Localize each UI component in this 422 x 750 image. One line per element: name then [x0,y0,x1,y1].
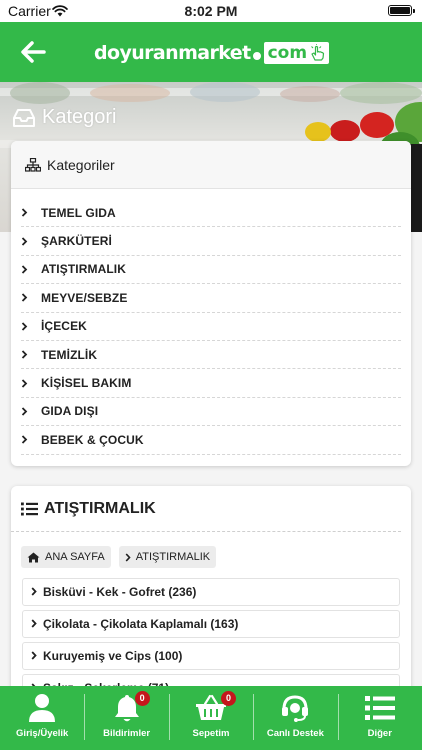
chevron-right-icon [21,378,31,388]
section-title: ATIŞTIRMALIK [44,499,156,517]
category-label: BEBEK & ÇOCUK [41,432,144,447]
brand-logo[interactable]: doyuranmarket com [94,40,330,66]
subcategory-label: Bisküvi - Kek - Gofret (236) [43,585,197,599]
category-item-atistirmalik[interactable]: ATIŞTIRMALIK [21,256,401,285]
status-bar: Carrier 8:02 PM [0,0,422,22]
breadcrumb-current-label: ATIŞTIRMALIK [135,551,211,563]
tab-label: Sepetim [192,728,230,739]
bell-icon: 0 [114,691,150,723]
subcategory-item[interactable]: Çikolata - Çikolata Kaplamalı (163) [22,610,400,638]
breadcrumb: ANA SAYFA ATIŞTIRMALIK [11,532,411,568]
logo-wordmark: doyuranmarket [94,42,251,64]
tab-more[interactable]: Diğer [337,686,422,750]
arrow-left-icon [21,41,46,63]
category-list: TEMEL GIDA ŞARKÜTERİ ATIŞTIRMALIK MEYVE/… [11,189,411,455]
category-item-kisisel-bakim[interactable]: KİŞİSEL BAKIM [21,369,401,398]
sitemap-icon [25,157,41,172]
list-icon [21,502,38,515]
logo-dot [252,52,261,60]
cart-badge: 0 [220,691,236,706]
list-icon [364,693,395,723]
subcategory-list: Bisküvi - Kek - Gofret (236) Çikolata - … [11,568,411,702]
subcategory-label: Kuruyemiş ve Cips (100) [43,649,183,663]
chevron-right-icon [31,583,37,601]
chevron-right-icon [21,236,31,246]
category-label: MEYVE/SEBZE [41,290,128,305]
category-label: ŞARKÜTERİ [41,234,112,249]
tab-cart[interactable]: 0 Sepetim [168,686,253,750]
subcategory-label: Çikolata - Çikolata Kaplamalı (163) [43,617,239,631]
tab-login[interactable]: Giriş/Üyelik [0,686,84,750]
section-header: ATIŞTIRMALIK [11,486,401,532]
battery-icon [388,5,415,16]
chevron-right-icon [21,350,31,359]
clock: 8:02 PM [184,3,238,19]
category-item-meyve-sebze[interactable]: MEYVE/SEBZE [21,284,401,313]
tab-notifications[interactable]: 0 Bildirimler [84,686,168,750]
category-label: ATIŞTIRMALIK [41,262,126,277]
bottom-tab-bar: Giriş/Üyelik 0 Bildirimler 0 Sepetim Can… [0,686,422,750]
back-button[interactable] [18,37,48,67]
headset-icon [280,693,310,723]
chevron-right-icon [21,322,31,331]
category-label: TEMEL GIDA [41,205,116,220]
categories-card: Kategoriler TEMEL GIDA ŞARKÜTERİ ATIŞTIR… [11,141,411,466]
chevron-right-icon [21,407,31,416]
hero-title: Kategori [12,106,117,129]
breadcrumb-home[interactable]: ANA SAYFA [21,546,111,568]
category-label: TEMİZLİK [41,347,98,362]
notification-badge: 0 [134,691,150,706]
chevron-right-icon [21,293,31,302]
chevron-right-icon [31,647,37,665]
category-label: KİŞİSEL BAKIM [41,376,132,391]
breadcrumb-home-label: ANA SAYFA [45,551,105,563]
category-label: GIDA DIŞI [41,404,99,419]
basket-icon: 0 [195,691,236,723]
subcategory-item[interactable]: Kuruyemiş ve Cips (100) [22,642,400,670]
categories-card-title: Kategoriler [47,156,115,173]
chevron-right-icon [125,552,131,562]
inbox-icon [13,108,35,127]
category-item-bebek-cocuk[interactable]: BEBEK & ÇOCUK [21,426,401,455]
category-item-icecek[interactable]: İÇECEK [21,313,401,341]
categories-card-header: Kategoriler [11,141,411,189]
chevron-right-icon [31,615,37,633]
tab-live-support[interactable]: Canlı Destek [253,686,337,750]
tab-label: Canlı Destek [266,728,324,739]
category-item-gida-disi[interactable]: GIDA DIŞI [21,398,401,427]
app-header: doyuranmarket com [0,22,422,82]
subcategory-card: ATIŞTIRMALIK ANA SAYFA ATIŞTIRMALIK Bisk… [11,486,411,706]
tab-label: Bildirimler [103,728,151,739]
category-item-temel-gida[interactable]: TEMEL GIDA [21,199,401,228]
chevron-right-icon [21,265,31,274]
hand-pointer-icon [311,44,325,61]
chevron-right-icon [21,435,31,444]
category-item-temizlik[interactable]: TEMİZLİK [21,341,401,370]
user-icon [28,693,56,723]
tab-label: Diğer [367,728,392,739]
tab-label: Giriş/Üyelik [16,728,69,739]
category-label: İÇECEK [41,319,87,334]
breadcrumb-current[interactable]: ATIŞTIRMALIK [118,546,217,568]
category-item-sarkuteri[interactable]: ŞARKÜTERİ [21,227,401,256]
home-icon [27,552,40,563]
logo-com: com [263,42,330,64]
subcategory-item[interactable]: Bisküvi - Kek - Gofret (236) [22,578,400,606]
chevron-right-icon [21,208,31,217]
